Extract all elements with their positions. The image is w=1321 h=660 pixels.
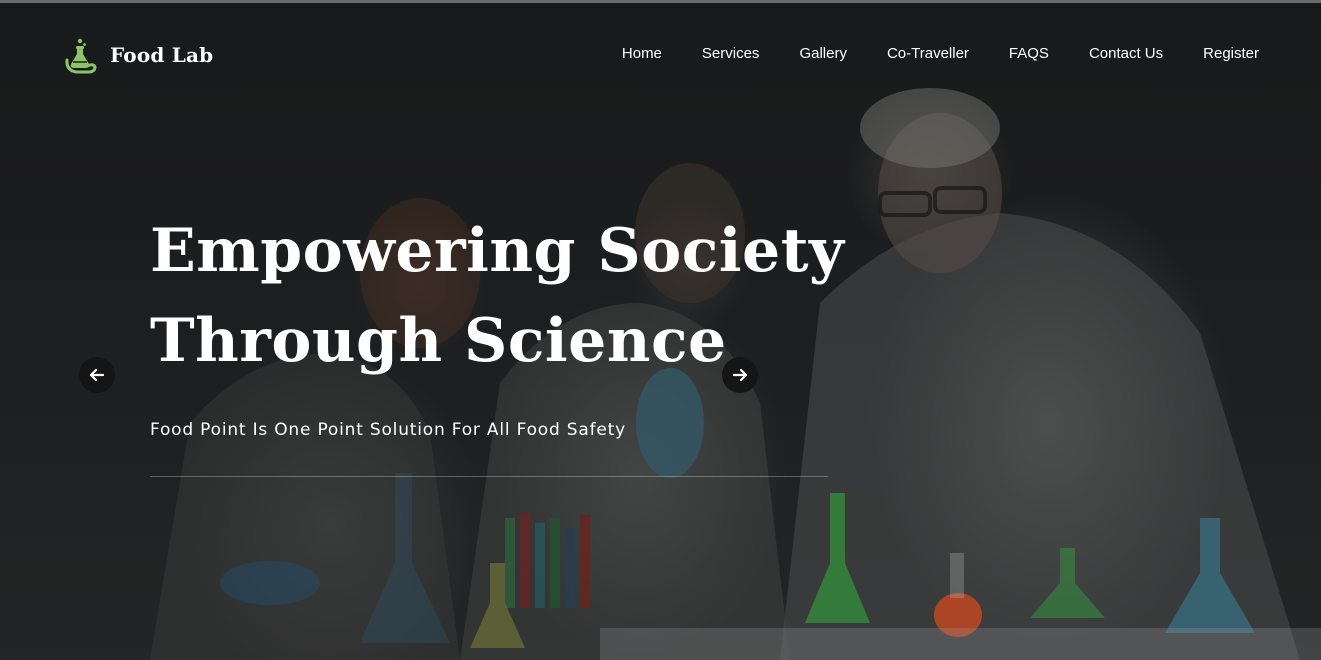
nav-item-co-traveller[interactable]: Co-Traveller [887,45,969,62]
slider-prev-button[interactable] [79,357,115,393]
hero-headline-line-2: Through Science [150,306,727,376]
brand-name: Food Lab [110,43,214,67]
hero-divider [150,476,828,477]
arrow-left-icon [89,368,105,382]
nav-item-home[interactable]: Home [622,45,662,62]
hero-headline: Empowering Society Through Science [150,206,910,386]
nav-item-register[interactable]: Register [1203,45,1259,62]
nav-item-contact-us[interactable]: Contact Us [1089,45,1163,62]
slider-next-button[interactable] [722,357,758,393]
arrow-right-icon [732,368,748,382]
nav-item-gallery[interactable]: Gallery [799,45,847,62]
brand-logo[interactable]: Food Lab [64,36,213,74]
lab-flask-hand-icon [65,38,97,74]
nav-item-faqs[interactable]: FAQS [1009,45,1049,62]
main-nav: Home Services Gallery Co-Traveller FAQS … [582,45,1259,62]
hero-subheading: Food Point Is One Point Solution For All… [150,420,626,440]
nav-item-services[interactable]: Services [702,45,760,62]
hero-headline-line-1: Empowering Society [150,216,845,286]
